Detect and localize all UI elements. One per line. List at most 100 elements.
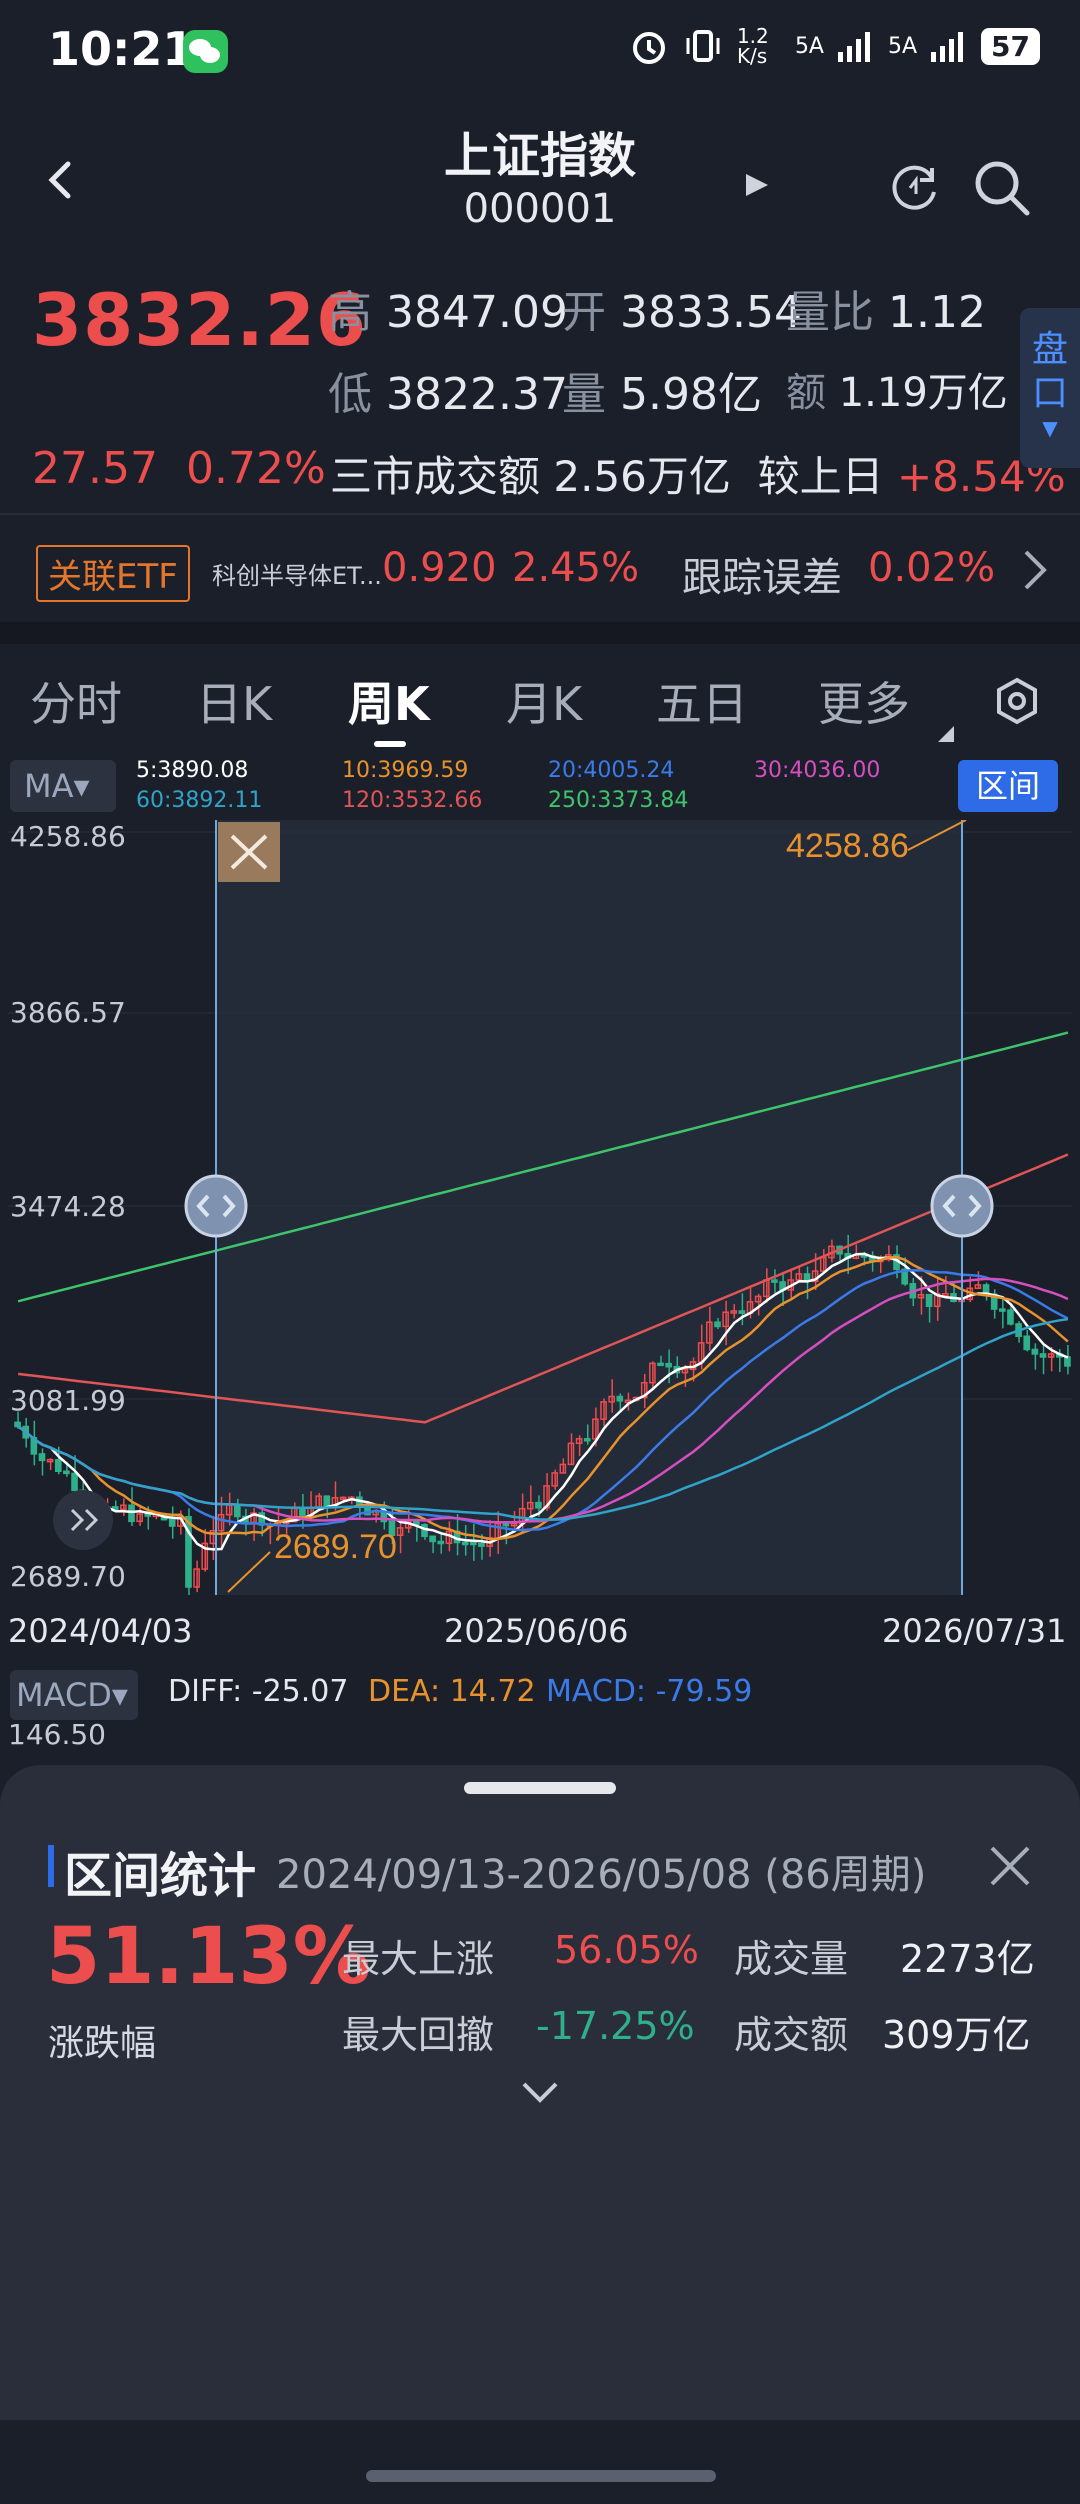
tab-five-day[interactable]: 五日 bbox=[656, 668, 748, 734]
tab-weekly-k[interactable]: 周K bbox=[348, 668, 430, 734]
volume-ratio-stat: 量比 1.12 bbox=[786, 276, 986, 340]
close-icon[interactable] bbox=[988, 1844, 1032, 1888]
play-icon[interactable] bbox=[742, 170, 772, 200]
y-tick: 3081.99 bbox=[10, 1384, 126, 1417]
compare-label: 较上日 bbox=[757, 452, 884, 501]
candle-body bbox=[616, 1395, 624, 1402]
candle-body bbox=[437, 1540, 445, 1545]
candle-body bbox=[71, 1472, 78, 1492]
candle-body bbox=[583, 1438, 591, 1442]
current-price: 3832.26 bbox=[32, 278, 367, 362]
settings-icon[interactable] bbox=[992, 676, 1042, 726]
tab-intraday[interactable]: 分时 bbox=[30, 668, 122, 734]
candle-body bbox=[925, 1293, 933, 1308]
etf-change-percent: 2.45% bbox=[512, 545, 640, 591]
signal-icon bbox=[837, 32, 870, 62]
panel-title: 区间统计 bbox=[64, 1848, 257, 1904]
tab-daily-k[interactable]: 日K bbox=[196, 668, 272, 734]
candle-body bbox=[38, 1453, 46, 1462]
open-label: 开 bbox=[562, 287, 606, 338]
candle-body bbox=[478, 1542, 485, 1547]
status-time: 10:21 bbox=[48, 22, 195, 76]
pankou-label: 盘口 bbox=[1031, 329, 1068, 414]
macd-dea: DEA: 14.72 bbox=[368, 1674, 536, 1709]
right-drag-handle[interactable] bbox=[930, 1174, 994, 1238]
home-indicator[interactable] bbox=[366, 2470, 716, 2482]
y-tick: 2689.70 bbox=[10, 1560, 126, 1593]
interval-button[interactable]: 区间 bbox=[958, 760, 1058, 812]
max-up-label: 最大上涨 bbox=[342, 1937, 495, 1981]
high-stat: 高 3847.09 bbox=[328, 276, 568, 340]
kline-chart[interactable]: 4258.86 2689.70 bbox=[8, 820, 1072, 1595]
ma-selector[interactable]: MA▾ bbox=[10, 760, 116, 812]
candle-body bbox=[1007, 1309, 1014, 1325]
signal-1: 5A bbox=[794, 33, 824, 59]
divider bbox=[0, 513, 1080, 515]
volume-ratio-value: 1.12 bbox=[888, 287, 986, 338]
macd-selector[interactable]: MACD▾ bbox=[10, 1670, 138, 1720]
interval-close-button[interactable] bbox=[218, 822, 280, 882]
expand-button[interactable] bbox=[53, 1490, 113, 1550]
search-icon[interactable] bbox=[970, 156, 1034, 220]
max-annotation: 4258.86 bbox=[786, 827, 909, 865]
high-label: 高 bbox=[328, 287, 372, 338]
tab-underline bbox=[374, 741, 406, 747]
candle-body bbox=[54, 1458, 62, 1473]
chevron-down-icon[interactable] bbox=[520, 2080, 560, 2106]
tab-more[interactable]: 更多 bbox=[818, 668, 910, 734]
candle-body bbox=[168, 1518, 176, 1527]
x-tick: 2024/04/03 bbox=[8, 1612, 193, 1650]
tab-monthly-k[interactable]: 月K bbox=[506, 668, 582, 734]
interval-change-label: 涨跌幅 bbox=[48, 2023, 157, 2064]
candle-body bbox=[233, 1504, 241, 1518]
amount-value: 309万亿 bbox=[882, 2013, 1031, 2057]
turnover-label: 三市成交额 bbox=[330, 452, 541, 501]
section-gap bbox=[0, 622, 1080, 644]
amount-value: 1.19万亿 bbox=[838, 370, 1008, 416]
wechat-icon bbox=[183, 30, 228, 73]
open-stat: 开 3833.54 bbox=[562, 276, 802, 340]
ma60-value: 60:3892.11 bbox=[136, 788, 263, 813]
left-drag-handle[interactable] bbox=[184, 1174, 248, 1238]
candle-body bbox=[502, 1522, 510, 1527]
ma20-value: 20:4005.24 bbox=[548, 758, 675, 783]
amount-stat: 额 1.19万亿 bbox=[786, 360, 1008, 418]
candle-body bbox=[63, 1470, 70, 1475]
candle-body bbox=[771, 1279, 778, 1283]
low-stat: 低 3822.37 bbox=[328, 358, 568, 422]
interval-change-percent: 51.13% bbox=[46, 1912, 371, 2002]
candle-body bbox=[1031, 1348, 1039, 1355]
alarm-icon bbox=[632, 32, 665, 64]
tracking-error-value: 0.02% bbox=[868, 545, 996, 591]
macd-diff: DIFF: -25.07 bbox=[168, 1674, 349, 1709]
turnover-value: 2.56万亿 bbox=[553, 452, 731, 501]
pankou-tab[interactable]: 盘口 ▼ bbox=[1020, 308, 1080, 468]
candle-body bbox=[128, 1504, 135, 1523]
candle-body bbox=[657, 1362, 664, 1367]
ma250-value: 250:3373.84 bbox=[548, 788, 689, 813]
refresh-icon[interactable] bbox=[888, 160, 942, 214]
volume-value: 5.98亿 bbox=[620, 369, 762, 420]
candle-body bbox=[714, 1321, 721, 1328]
x-tick: 2026/07/31 bbox=[882, 1612, 1067, 1650]
max-drawdown-label: 最大回撤 bbox=[342, 2013, 495, 2057]
ma5-value: 5:3890.08 bbox=[136, 758, 249, 783]
net-speed: 1.2 K/s bbox=[736, 24, 769, 68]
volume-ratio-label: 量比 bbox=[786, 287, 874, 338]
change-percent: 0.72% bbox=[185, 443, 326, 494]
vibrate-icon bbox=[686, 30, 720, 62]
candle-body bbox=[535, 1501, 542, 1509]
sheet-handle[interactable] bbox=[464, 1782, 616, 1794]
ma30-value: 30:4036.00 bbox=[754, 758, 881, 783]
ma120-value: 120:3532.66 bbox=[342, 788, 483, 813]
candle-body bbox=[470, 1541, 477, 1546]
amount-label: 成交额 bbox=[734, 2013, 849, 2057]
etf-badge: 关联ETF bbox=[36, 545, 190, 602]
candle-body bbox=[1039, 1353, 1047, 1358]
chevron-right-icon[interactable] bbox=[1020, 548, 1050, 592]
open-value: 3833.54 bbox=[620, 287, 802, 338]
max-drawdown-value: -17.25% bbox=[536, 2004, 695, 2048]
etf-name: 科创半导体ET... bbox=[212, 562, 382, 590]
tracking-error-label: 跟踪误差 bbox=[682, 555, 842, 601]
low-value: 3822.37 bbox=[386, 369, 568, 420]
